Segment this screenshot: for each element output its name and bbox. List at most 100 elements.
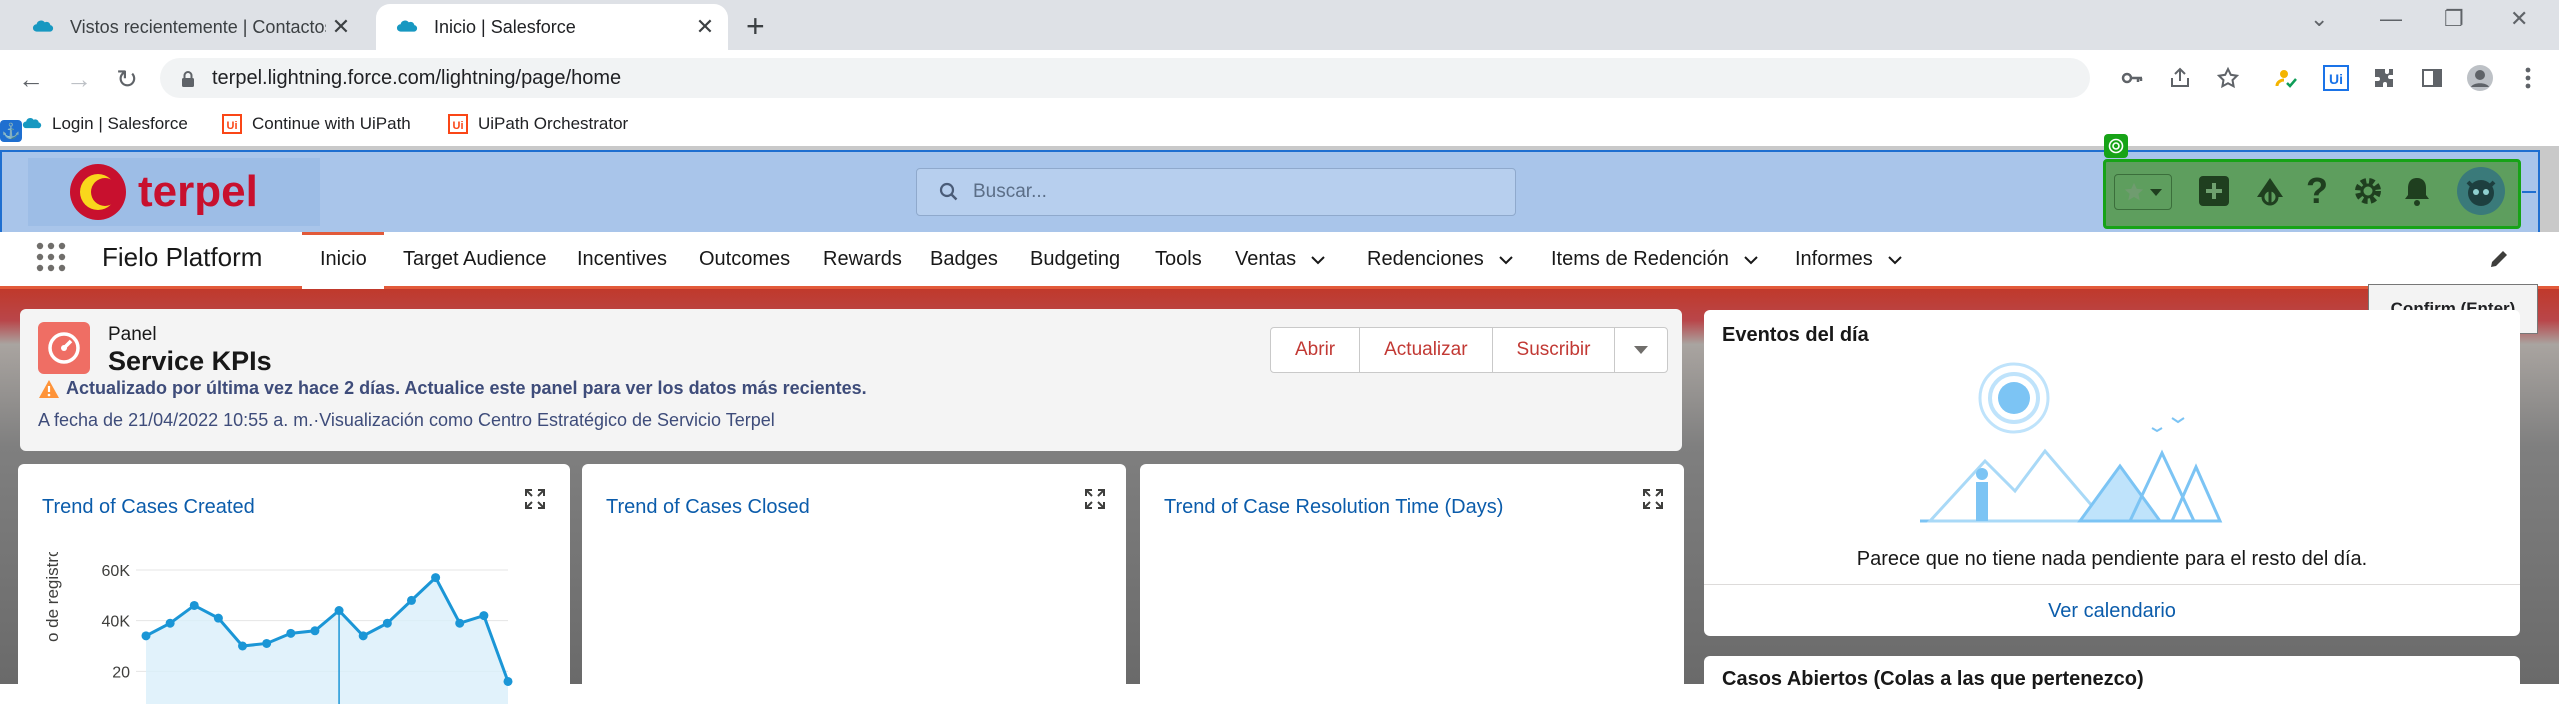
data-point[interactable] [358, 631, 368, 641]
data-point[interactable] [262, 638, 272, 648]
chevron-down-icon[interactable] [1498, 252, 1514, 268]
favorites-button[interactable] [2114, 174, 2172, 210]
data-point[interactable] [213, 613, 223, 623]
edit-nav-pencil-icon[interactable] [2488, 248, 2510, 270]
close-tab-icon[interactable]: ✕ [326, 14, 356, 40]
nav-item-target-audience[interactable]: Target Audience [403, 248, 546, 271]
data-point[interactable] [189, 600, 199, 610]
svg-text:Ui: Ui [2329, 71, 2343, 87]
back-icon[interactable]: ← [16, 64, 46, 94]
key-icon[interactable] [2116, 62, 2148, 94]
chrome-menu-icon[interactable] [2512, 62, 2544, 94]
bookmark-star-icon[interactable] [2212, 62, 2244, 94]
bookmark-login-salesforce[interactable]: Login | Salesforce [22, 114, 188, 134]
dashboard-card-cases-created: Trend of Cases Created o de registros 60… [18, 464, 570, 704]
search-placeholder: Buscar... [973, 181, 1047, 202]
tab-search-icon[interactable]: ⌄ [2310, 6, 2328, 32]
nav-item-incentives[interactable]: Incentives [577, 248, 667, 271]
browser-tab-inicio[interactable]: Inicio | Salesforce ✕ [376, 4, 728, 50]
trailhead-guidance-icon[interactable] [2254, 175, 2286, 207]
profile-avatar-icon[interactable] [2464, 62, 2496, 94]
close-window-icon[interactable]: ✕ [2510, 6, 2528, 32]
url-text: terpel.lightning.force.com/lightning/pag… [212, 67, 622, 89]
data-point[interactable] [455, 618, 465, 628]
nav-item-ventas[interactable]: Ventas [1235, 248, 1326, 271]
reload-icon[interactable]: ↻ [112, 64, 142, 94]
extension-person-icon[interactable] [2270, 62, 2302, 94]
expand-icon[interactable] [524, 488, 546, 510]
logo-text: terpel [138, 167, 258, 216]
data-point[interactable] [334, 606, 344, 616]
nav-item-inicio[interactable]: Inicio [320, 248, 367, 271]
bookmark-uipath-orchestrator[interactable]: Ui UiPath Orchestrator [448, 114, 628, 134]
view-calendar-link[interactable]: Ver calendario [1704, 600, 2520, 623]
new-tab-icon[interactable]: + [746, 10, 765, 42]
minimize-icon[interactable]: — [2380, 6, 2402, 32]
refresh-button[interactable]: Actualizar [1360, 328, 1493, 372]
data-point[interactable] [406, 595, 416, 605]
browser-tab-contactos[interactable]: Vistos recientemente | Contactos ✕ [12, 4, 364, 50]
salesforce-cloud-icon [396, 20, 418, 32]
open-button[interactable]: Abrir [1271, 328, 1361, 372]
nav-item-informes[interactable]: Informes [1795, 248, 1903, 271]
nav-item-label: Items de Redención [1551, 248, 1729, 270]
salesforce-cloud-icon [32, 20, 54, 32]
dashboard-card-cases-closed: Trend of Cases Closed [582, 464, 1126, 704]
data-point[interactable] [310, 626, 320, 636]
bookmark-label: Login | Salesforce [52, 114, 188, 133]
data-point[interactable] [503, 676, 513, 686]
global-search-input[interactable]: Buscar... [916, 168, 1516, 216]
expand-icon[interactable] [1084, 488, 1106, 510]
tab-title: Inicio | Salesforce [434, 16, 576, 37]
favorites-star-icon [2124, 182, 2144, 201]
events-title: Eventos del día [1722, 324, 1869, 346]
subscribe-button[interactable]: Suscribir [1493, 328, 1616, 372]
as-of-text: A fecha de 21/04/2022 10:55 a. m.·Visual… [38, 410, 775, 430]
data-point[interactable] [165, 618, 175, 628]
app-launcher-icon[interactable] [36, 242, 66, 272]
nav-item-items-de-redencion[interactable]: Items de Redención [1551, 248, 1759, 271]
nav-item-rewards[interactable]: Rewards [823, 248, 902, 271]
nav-item-budgeting[interactable]: Budgeting [1030, 248, 1120, 271]
dashboard-actions: Abrir Actualizar Suscribir [1270, 327, 1669, 373]
data-point[interactable] [431, 573, 441, 583]
chevron-down-icon [1634, 346, 1649, 354]
series-area [146, 577, 508, 704]
chevron-down-icon[interactable] [1310, 252, 1326, 268]
forward-icon[interactable]: → [64, 64, 94, 94]
y-tick-label: 60K [102, 563, 131, 580]
data-point[interactable] [238, 641, 248, 651]
data-point[interactable] [141, 631, 151, 641]
global-actions-icon[interactable] [2198, 175, 2230, 207]
notifications-bell-icon[interactable] [2402, 175, 2432, 207]
share-icon[interactable] [2164, 62, 2196, 94]
nav-item-label: Inicio [320, 248, 367, 270]
chevron-down-icon[interactable] [1743, 252, 1759, 268]
user-avatar[interactable] [2456, 166, 2506, 216]
nav-item-outcomes[interactable]: Outcomes [699, 248, 790, 271]
nav-item-tools[interactable]: Tools [1155, 248, 1202, 271]
uipath-logo-icon: Ui [448, 114, 468, 134]
restore-icon[interactable]: ❐ [2444, 6, 2464, 32]
bookmark-continue-uipath[interactable]: Ui Continue with UiPath [222, 114, 411, 134]
help-icon[interactable]: ? [2306, 170, 2328, 212]
setup-gear-icon[interactable] [2352, 175, 2384, 207]
open-cases-card: Casos Abiertos (Colas a las que pertenez… [1704, 656, 2520, 696]
y-axis-label: o de registros [43, 552, 62, 642]
expand-icon[interactable] [1642, 488, 1664, 510]
nav-item-badges[interactable]: Badges [930, 248, 998, 271]
side-panel-icon[interactable] [2416, 62, 2448, 94]
chevron-down-icon[interactable] [1887, 252, 1903, 268]
extensions-puzzle-icon[interactable] [2368, 62, 2400, 94]
data-point[interactable] [286, 628, 296, 638]
nav-item-label: Tools [1155, 248, 1202, 270]
close-tab-icon[interactable]: ✕ [690, 14, 720, 40]
data-point[interactable] [382, 618, 392, 628]
warning-icon [39, 379, 59, 398]
more-actions-button[interactable] [1615, 328, 1667, 372]
uipath-extension-icon[interactable]: Ui [2320, 62, 2352, 94]
terpel-logo[interactable]: terpel [28, 158, 320, 226]
nav-item-redenciones[interactable]: Redenciones [1367, 248, 1514, 271]
data-point[interactable] [479, 611, 489, 621]
nav-item-label: Badges [930, 248, 998, 270]
